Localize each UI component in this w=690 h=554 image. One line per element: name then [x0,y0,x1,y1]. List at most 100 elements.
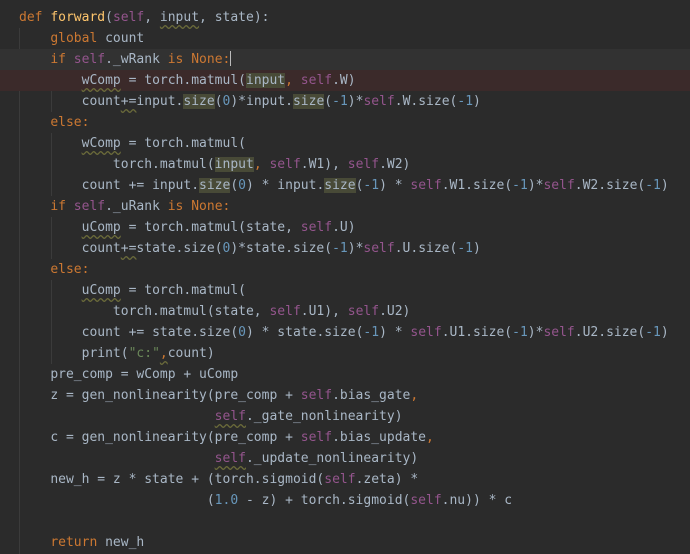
code-token: ) * [379,325,411,340]
code-token: pre_comp = wComp + uComp [50,367,239,382]
code-line[interactable]: wComp = torch.matmul( [0,133,690,154]
self-token: self [347,304,380,319]
code-token: ( [206,493,215,508]
code-line[interactable]: def forward(self, input, state): [0,7,690,28]
highlighted-usage: input [246,73,286,88]
code-line[interactable]: else: [0,112,690,133]
code-line[interactable]: print("c:",count) [0,343,690,364]
code-token: ._wRank [105,52,168,67]
code-token: = torch.matmul( [120,73,246,88]
code-token: )* [347,94,364,109]
code-line[interactable]: count += state.size(0) * state.size(-1) … [0,322,690,343]
keyword: is [167,199,184,214]
code-token: .W1), [300,157,348,172]
code-token: ) * state.size( [246,325,364,340]
keyword: global [50,31,98,46]
code-line-blank[interactable] [0,511,690,532]
highlighted-usage: size [324,178,356,193]
code-token: .W1.size( [441,178,513,193]
self-token: self [73,52,106,67]
keyword: if [50,52,66,67]
code-token: new_h = z * state + (torch.sigmoid( [50,472,325,487]
code-token: - z) + torch.sigmoid( [238,493,411,508]
code-token: count) [167,346,215,361]
keyword: None [191,52,223,67]
code-token: ._gate_nonlinearity) [245,409,403,424]
self-token: self [347,157,380,172]
number-token: -1 [332,94,348,109]
code-line[interactable]: self._gate_nonlinearity) [0,406,690,427]
code-line[interactable]: uComp = torch.matmul(state, self.U) [0,217,690,238]
code-token: count += input. [81,178,200,193]
variable-token: wComp [81,136,121,151]
code-token: torch.matmul(state, [112,304,270,319]
variable-token: uComp [81,220,121,235]
code-token: z = gen_nonlinearity(pre_comp + [50,388,301,403]
code-line[interactable]: if self._uRank is None: [0,196,690,217]
self-token: self [269,304,301,319]
code-line[interactable]: global count [0,28,690,49]
code-line[interactable]: torch.matmul(input, self.W1), self.W2) [0,154,690,175]
number-token: -1 [645,325,661,340]
parameter-input: input [159,10,200,25]
code-line[interactable]: pre_comp = wComp + uComp [0,364,690,385]
code-token: )*input. [230,94,293,109]
code-token: input. [136,94,184,109]
code-line[interactable]: (1.0 - z) + torch.sigmoid(self.nu)) * c [0,490,690,511]
code-line[interactable]: z = gen_nonlinearity(pre_comp + self.bia… [0,385,690,406]
self-token: self [410,493,442,508]
keyword: else [50,115,82,130]
code-token: : [222,52,231,67]
number-token: -1 [645,178,661,193]
code-token: , [159,346,168,361]
code-token: state.size( [136,241,223,256]
number-token: -1 [457,241,473,256]
code-token: .U2) [379,304,411,319]
code-line[interactable]: self._update_nonlinearity) [0,448,690,469]
function-name: forward [50,10,106,25]
code-token: count [81,241,121,256]
keyword: def [19,10,43,25]
code-line[interactable]: count += input.size(0) * input.size(-1) … [0,175,690,196]
self-token: self [543,178,575,193]
number-token: -1 [512,325,528,340]
code-token: : [222,199,231,214]
code-line[interactable]: else: [0,259,690,280]
code-token: , state): [199,10,270,25]
code-line[interactable]: return new_h [0,532,690,553]
code-line[interactable]: torch.matmul(state, self.U1), self.U2) [0,301,690,322]
code-line[interactable]: new_h = z * state + (torch.sigmoid(self.… [0,469,690,490]
code-token: )*state.size( [230,241,333,256]
code-line[interactable]: count+=state.size(0)*state.size(-1)*self… [0,238,690,259]
number-token: -1 [363,325,380,340]
number-token: -1 [363,178,380,193]
number-token: -1 [512,178,528,193]
self-token: self [300,220,333,235]
code-token: = torch.matmul(state, [120,220,301,235]
self-token: self [112,10,145,25]
code-line-current[interactable]: if self._wRank is None: [0,49,690,70]
self-token: self [363,241,395,256]
code-token: : [81,115,90,130]
code-token: .W) [332,73,356,88]
code-line-error[interactable]: wComp = torch.matmul(input, self.W) [0,70,690,91]
number-token: 0 [238,325,246,340]
code-editor[interactable]: def forward(self, input, state): global … [0,0,690,554]
code-token: ( [214,94,223,109]
code-token: ) [660,178,669,193]
self-token: self [269,157,301,172]
code-token: ( [324,94,333,109]
number-token: -1 [457,94,474,109]
code-token: .W2.size( [574,178,646,193]
code-token: , [144,10,160,25]
code-token: .W2) [379,157,411,172]
self-token: self [214,451,246,466]
code-token: count [81,94,121,109]
code-line[interactable]: c = gen_nonlinearity(pre_comp + self.bia… [0,427,690,448]
code-token: torch.matmul( [112,157,215,172]
code-line[interactable]: uComp = torch.matmul( [0,280,690,301]
highlighted-usage: input [214,157,254,172]
code-line[interactable]: count+=input.size(0)*input.size(-1)*self… [0,91,690,112]
code-token: .U1.size( [441,325,513,340]
code-token: ) [473,94,481,109]
